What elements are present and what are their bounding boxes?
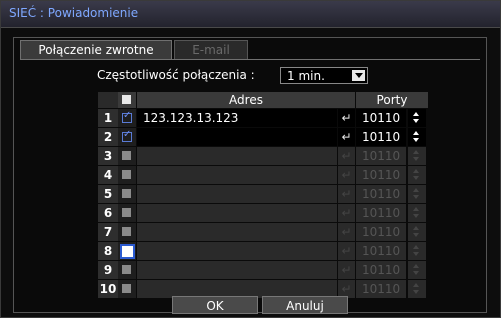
port-input[interactable]: 10110 [356,109,406,127]
row-number: 4 [98,166,118,184]
enter-icon[interactable]: ↵ [338,128,355,146]
row-number: 3 [98,147,118,165]
row-checkbox[interactable] [118,204,136,222]
address-input[interactable] [137,166,337,184]
header-number [98,92,118,108]
spinner-icon[interactable] [408,147,426,165]
table-row: 2 ↵10110 [98,128,428,146]
checkbox-icon[interactable] [120,244,135,259]
address-input[interactable] [137,223,337,241]
spinner-icon[interactable] [408,109,426,127]
tab-callback[interactable]: Połączenie zwrotne [20,40,172,59]
port-input[interactable]: 10110 [356,242,406,260]
row-checkbox[interactable] [118,128,136,146]
table-row: 7 ↵ 10110 [98,223,428,241]
table-row: 9 ↵ 10110 [98,261,428,279]
row-number: 8 [98,242,118,260]
header-ports: Porty [356,92,428,108]
frequency-select[interactable]: 1 min. [280,67,368,84]
row-checkbox[interactable] [118,242,136,260]
frequency-label: Częstotliwość połączenia : [97,68,255,82]
row-checkbox[interactable] [118,261,136,279]
enter-icon[interactable]: ↵ [338,185,355,203]
table-row: 3 ↵ 10110 [98,147,428,165]
port-input[interactable]: 10110 [356,147,406,165]
ok-button[interactable]: OK [172,296,258,314]
port-input[interactable]: 10110 [356,280,406,298]
spinner-icon[interactable] [408,261,426,279]
address-input[interactable] [137,185,337,203]
address-input[interactable] [137,261,337,279]
checkbox-icon[interactable] [122,95,131,104]
spinner-icon[interactable] [408,280,426,298]
checkbox-icon[interactable] [122,151,131,160]
checkbox-icon[interactable] [122,110,132,123]
port-input[interactable]: 10110 [356,204,406,222]
spinner-icon[interactable] [408,128,426,146]
port-input[interactable]: 10110 [356,185,406,203]
row-number: 2 [98,128,118,146]
port-input[interactable]: 10110 [356,261,406,279]
row-number: 1 [98,109,118,127]
enter-icon[interactable]: ↵ [338,109,355,127]
enter-icon[interactable]: ↵ [338,223,355,241]
row-checkbox[interactable] [118,147,136,165]
checkbox-icon[interactable] [122,265,131,274]
spinner-icon[interactable] [408,166,426,184]
enter-icon[interactable]: ↵ [338,147,355,165]
checkbox-icon[interactable] [122,284,131,293]
address-input[interactable]: 123.123.13.123 [137,109,337,127]
checkbox-icon[interactable] [122,170,131,179]
checkbox-icon[interactable] [122,129,132,142]
checkbox-icon[interactable] [122,227,131,236]
spinner-icon[interactable] [408,223,426,241]
address-input[interactable] [137,147,337,165]
spinner-icon[interactable] [408,242,426,260]
enter-icon[interactable]: ↵ [338,204,355,222]
dropdown-arrow-icon[interactable] [352,70,365,81]
table-row: 6 ↵ 10110 [98,204,428,222]
checkbox-icon[interactable] [122,208,131,217]
row-checkbox[interactable] [118,166,136,184]
port-input[interactable]: 10110 [356,166,406,184]
enter-icon[interactable]: ↵ [338,242,355,260]
port-input[interactable]: 10110 [356,223,406,241]
enter-icon[interactable]: ↵ [338,261,355,279]
enter-icon[interactable]: ↵ [338,166,355,184]
port-input[interactable]: 10110 [356,128,406,146]
row-number: 6 [98,204,118,222]
table-row: 4 ↵ 10110 [98,166,428,184]
header-address: Adres [137,92,355,108]
address-input[interactable] [137,204,337,222]
header-select-all[interactable] [118,92,136,108]
tab-email[interactable]: E-mail [174,40,248,59]
row-checkbox[interactable] [118,280,136,298]
title-bar: SIEĆ : Powiadomienie [1,1,500,28]
cancel-button[interactable]: Anuluj [262,296,348,314]
table-row: 1 123.123.13.123↵10110 [98,109,428,127]
address-input[interactable] [137,242,337,260]
address-input[interactable] [137,128,337,146]
row-checkbox[interactable] [118,223,136,241]
row-number: 9 [98,261,118,279]
row-number: 5 [98,185,118,203]
row-number: 7 [98,223,118,241]
row-checkbox[interactable] [118,109,136,127]
window-title: SIEĆ : Powiadomienie [9,6,139,20]
tab-divider [20,59,480,60]
checkbox-icon[interactable] [122,189,131,198]
frequency-value: 1 min. [287,69,325,83]
spinner-icon[interactable] [408,185,426,203]
table-row: 5 ↵ 10110 [98,185,428,203]
table-row: 8 ↵ 10110 [98,242,428,260]
row-checkbox[interactable] [118,185,136,203]
row-number: 10 [98,280,118,298]
spinner-icon[interactable] [408,204,426,222]
